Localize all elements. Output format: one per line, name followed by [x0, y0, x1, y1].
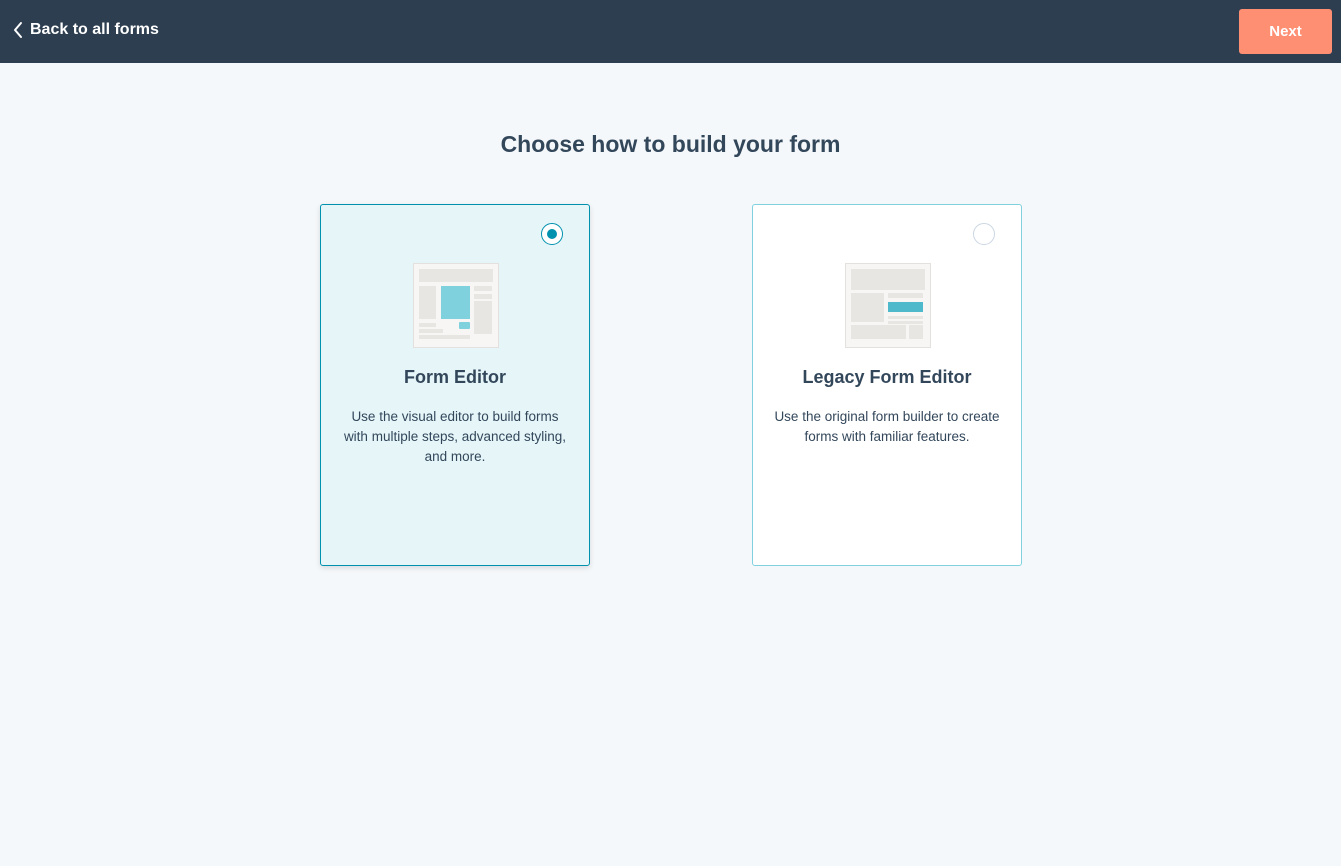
legacy-form-layout-icon [845, 263, 931, 348]
radio-unselected[interactable] [973, 223, 995, 245]
option-description: Use the original form builder to create … [774, 409, 1000, 444]
top-bar: Back to all forms Next [0, 0, 1341, 63]
radio-selected[interactable] [541, 223, 563, 245]
form-editor-layout-icon [413, 263, 499, 348]
option-title: Form Editor [404, 367, 506, 387]
option-description: Use the visual editor to build forms wit… [343, 409, 567, 464]
chevron-left-icon [12, 21, 24, 39]
next-button[interactable]: Next [1239, 9, 1332, 54]
option-title: Legacy Form Editor [802, 367, 972, 387]
back-link-label: Back to all forms [30, 21, 159, 38]
option-card-legacy-form-editor[interactable]: Legacy Form Editor Use the original form… [752, 204, 1022, 566]
back-to-forms-link[interactable]: Back to all forms [12, 18, 159, 42]
option-card-form-editor[interactable]: Form Editor Use the visual editor to bui… [320, 204, 590, 566]
page-title: Choose how to build your form [500, 131, 841, 157]
